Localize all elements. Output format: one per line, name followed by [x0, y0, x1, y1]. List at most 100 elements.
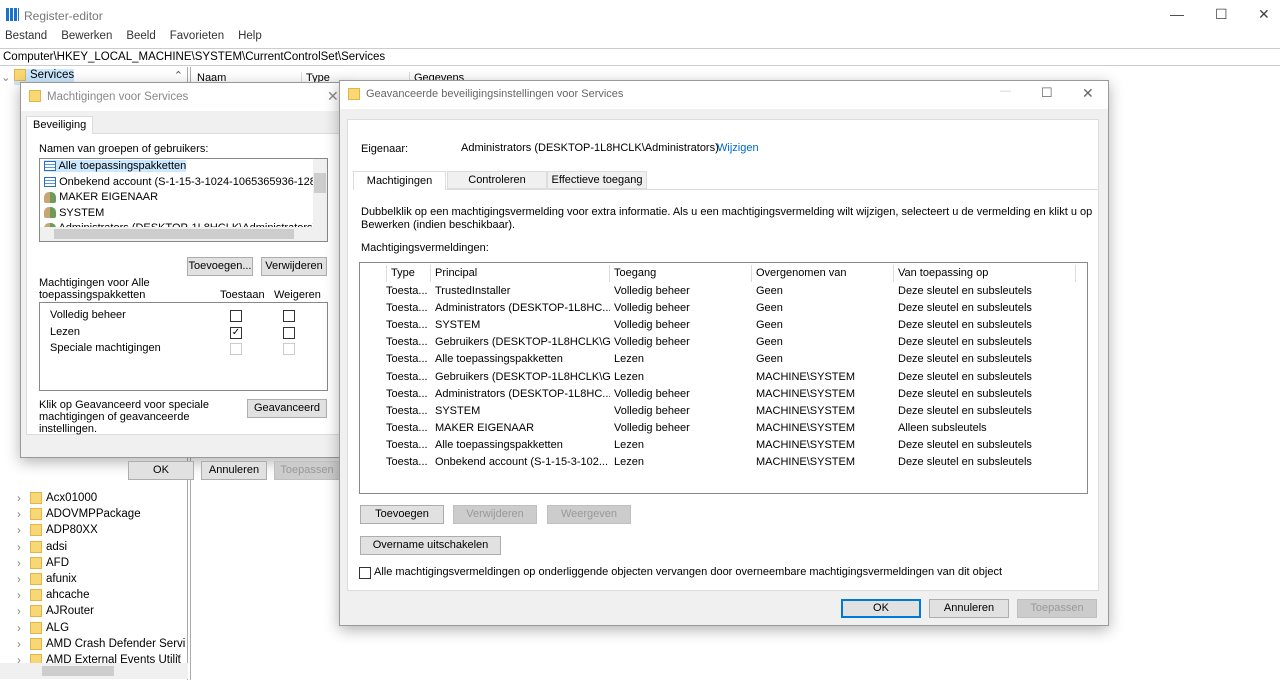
table-row[interactable]: Toesta... Alle toepassingspakketten Lezen M…	[360, 437, 1087, 454]
chevron-right-icon: ›	[17, 622, 21, 635]
group-item[interactable]: SYSTEM	[44, 207, 104, 219]
column-principal[interactable]: Principal	[430, 265, 477, 282]
table-row[interactable]: Toesta... Onbekend account (S-1-15-3-102.…	[360, 454, 1087, 471]
folder-icon	[30, 637, 42, 650]
table-header: Type Principal Toegang Overgenomen van V…	[360, 265, 1087, 282]
change-owner-link[interactable]: Wijzigen	[717, 142, 759, 154]
folder-icon	[30, 508, 42, 521]
deny-checkbox[interactable]	[283, 310, 295, 322]
tree-item[interactable]: › ADP80XX	[17, 524, 98, 540]
column-applies[interactable]: Van toepassing op	[893, 265, 1076, 282]
close-icon[interactable]: ✕	[327, 88, 339, 105]
remove-button[interactable]: Verwijderen	[261, 257, 327, 276]
remove-entry-button: Verwijderen	[453, 505, 537, 524]
close-button[interactable]: ✕	[1258, 6, 1270, 23]
tree-item[interactable]: › AJRouter	[17, 605, 94, 621]
horizontal-scrollbar[interactable]	[0, 663, 188, 679]
title-bar: Register-editor — ☐ ✕	[0, 0, 1280, 30]
apply-button: Toepassen	[1017, 599, 1097, 618]
table-row[interactable]: Toesta... TrustedInstaller Volledig beheer…	[360, 283, 1087, 300]
deny-checkbox[interactable]	[283, 326, 295, 339]
group-item[interactable]: Onbekend account (S-1-15-3-1024-10653659…	[44, 176, 327, 188]
menu-favorieten[interactable]: Favorieten	[170, 30, 224, 42]
chevron-right-icon: ›	[17, 509, 21, 522]
maximize-button[interactable]: ☐	[1041, 85, 1053, 101]
group-item[interactable]: MAKER EIGENAAR	[44, 191, 158, 203]
tab-effectieve-toegang[interactable]: Effectieve toegang	[547, 171, 647, 189]
scroll-up-icon[interactable]: ⌃	[174, 69, 183, 82]
users-icon	[44, 207, 56, 219]
allow-checkbox[interactable]	[230, 310, 242, 322]
groups-list[interactable]: Alle toepassingspakketten Onbekend accou…	[39, 158, 328, 242]
folder-icon	[29, 90, 41, 102]
add-button[interactable]: Toevoegen...	[187, 257, 253, 276]
table-row[interactable]: Toesta... Gebruikers (DESKTOP-1L8HCLK\G..…	[360, 369, 1087, 386]
table-row[interactable]: Toesta... Administrators (DESKTOP-1L8HC..…	[360, 386, 1087, 403]
chevron-right-icon: ›	[17, 606, 21, 619]
table-row[interactable]: Toesta... Alle toepassingspakketten Lezen G…	[360, 351, 1087, 368]
horizontal-scrollbar[interactable]	[40, 227, 327, 241]
ok-button[interactable]: OK	[841, 599, 921, 618]
column-access[interactable]: Toegang	[609, 265, 656, 282]
allow-checkbox[interactable]: ✓	[230, 326, 242, 339]
column-inherited[interactable]: Overgenomen van	[751, 265, 847, 282]
disable-inheritance-button[interactable]: Overname uitschakelen	[360, 536, 501, 555]
menu-bestand[interactable]: Bestand	[5, 30, 47, 42]
tree-item[interactable]: › AMD Crash Defender Servi	[17, 637, 185, 654]
chevron-right-icon: ›	[17, 638, 21, 651]
tree-item[interactable]: › AFD	[17, 556, 69, 573]
minimize-button[interactable]: —	[1170, 6, 1184, 22]
tab-machtigingen[interactable]: Machtigingen	[353, 171, 446, 190]
replace-checkbox[interactable]	[359, 567, 371, 579]
menu-bewerken[interactable]: Bewerken	[61, 30, 112, 42]
permissions-list: Volledig beheer Lezen ✓ Speciale machtiging…	[39, 302, 328, 391]
table-row[interactable]: Toesta... SYSTEM Volledig beheer MACHINE\SY…	[360, 403, 1087, 420]
groups-label: Namen van groepen of gebruikers:	[39, 143, 209, 155]
app-package-icon	[44, 161, 56, 172]
owner-value: Administrators (DESKTOP-1L8HCLK\Administ…	[461, 142, 719, 154]
info-text: Dubbelklik op een machtigingsvermelding …	[361, 206, 1093, 231]
table-row[interactable]: Toesta... Gebruikers (DESKTOP-1L8HCLK\G..…	[360, 334, 1087, 351]
chevron-right-icon: ›	[17, 574, 21, 586]
scrollbar-thumb[interactable]	[42, 666, 114, 676]
dialog-title: Geavanceerde beveiligingsinstellingen vo…	[366, 88, 624, 100]
deny-header: Weigeren	[274, 289, 321, 301]
tab-controleren[interactable]: Controleren	[447, 171, 547, 189]
cancel-button[interactable]: Annuleren	[201, 461, 267, 480]
advanced-button[interactable]: Geavanceerd	[247, 399, 327, 418]
tab-beveiliging[interactable]: Beveiliging	[26, 116, 94, 134]
allow-header: Toestaan	[220, 289, 265, 301]
vertical-scrollbar[interactable]	[313, 159, 327, 227]
tree-item[interactable]: › Acx01000	[17, 492, 97, 508]
table-row[interactable]: Toesta... MAKER EIGENAAR Volledig beheer MA…	[360, 420, 1087, 437]
maximize-button[interactable]: ☐	[1215, 6, 1228, 23]
menu-beeld[interactable]: Beeld	[126, 30, 155, 42]
menu-help[interactable]: Help	[238, 30, 262, 42]
column-type[interactable]: Type	[386, 265, 415, 282]
menu-bar: Bestand Bewerken Beeld Favorieten Help	[0, 30, 1280, 47]
scroll-down-icon[interactable]: ⌄	[174, 647, 183, 660]
window-title: Register-editor	[24, 9, 103, 23]
tree-item[interactable]: › ALG	[17, 621, 69, 638]
table-row[interactable]: Toesta... SYSTEM Volledig beheer Geen Deze s…	[360, 317, 1087, 334]
chevron-right-icon: ›	[17, 590, 21, 603]
folder-icon	[14, 69, 26, 81]
folder-icon	[30, 556, 42, 569]
add-entry-button[interactable]: Toevoegen	[360, 505, 444, 524]
permission-name: Speciale machtigingen	[50, 342, 161, 354]
ok-button[interactable]: OK	[128, 461, 194, 480]
tree-item[interactable]: › afunix	[17, 573, 77, 589]
dialog-header: Machtigingen voor Services ✕	[21, 83, 344, 111]
tree-item[interactable]: › adsi	[17, 540, 67, 557]
apply-button: Toepassen	[274, 461, 340, 480]
address-bar[interactable]: Computer\HKEY_LOCAL_MACHINE\SYSTEM\Curre…	[0, 48, 1280, 66]
tree-item[interactable]: › ahcache	[17, 589, 89, 605]
close-button[interactable]: ✕	[1082, 85, 1094, 102]
cancel-button[interactable]: Annuleren	[929, 599, 1009, 618]
chevron-right-icon: ›	[17, 557, 21, 570]
chevron-right-icon: ›	[17, 525, 21, 538]
group-item[interactable]: Alle toepassingspakketten	[44, 160, 187, 172]
table-row[interactable]: Toesta... Administrators (DESKTOP-1L8HC..…	[360, 300, 1087, 317]
entries-table[interactable]: Type Principal Toegang Overgenomen van V…	[359, 262, 1088, 494]
tree-item[interactable]: › ADOVMPPackage	[17, 508, 141, 524]
